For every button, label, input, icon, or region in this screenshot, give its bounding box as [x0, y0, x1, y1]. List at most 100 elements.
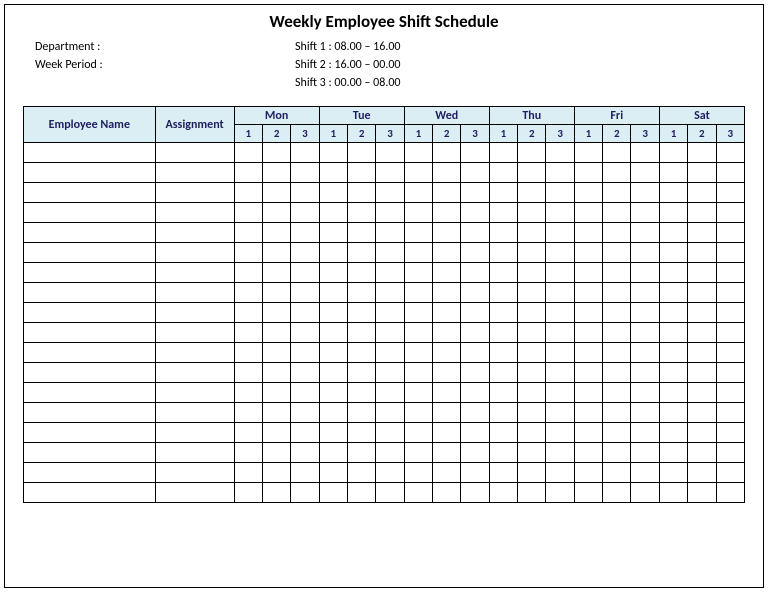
- cell[interactable]: [319, 383, 347, 403]
- cell[interactable]: [404, 363, 432, 383]
- cell[interactable]: [631, 323, 659, 343]
- cell[interactable]: [716, 323, 745, 343]
- cell[interactable]: [433, 203, 461, 223]
- cell[interactable]: [659, 223, 687, 243]
- cell[interactable]: [24, 463, 156, 483]
- cell[interactable]: [574, 343, 602, 363]
- cell[interactable]: [546, 403, 574, 423]
- cell[interactable]: [376, 363, 404, 383]
- cell[interactable]: [688, 383, 716, 403]
- cell[interactable]: [688, 443, 716, 463]
- cell[interactable]: [376, 423, 404, 443]
- cell[interactable]: [24, 363, 156, 383]
- cell[interactable]: [24, 483, 156, 503]
- cell[interactable]: [319, 183, 347, 203]
- cell[interactable]: [489, 363, 517, 383]
- cell[interactable]: [24, 343, 156, 363]
- cell[interactable]: [24, 323, 156, 343]
- cell[interactable]: [659, 283, 687, 303]
- cell[interactable]: [433, 263, 461, 283]
- cell[interactable]: [659, 463, 687, 483]
- cell[interactable]: [262, 403, 290, 423]
- cell[interactable]: [716, 463, 745, 483]
- cell[interactable]: [262, 203, 290, 223]
- cell[interactable]: [716, 283, 745, 303]
- cell[interactable]: [603, 363, 631, 383]
- cell[interactable]: [319, 223, 347, 243]
- cell[interactable]: [716, 163, 745, 183]
- cell[interactable]: [546, 363, 574, 383]
- cell[interactable]: [404, 483, 432, 503]
- cell[interactable]: [603, 263, 631, 283]
- cell[interactable]: [546, 243, 574, 263]
- cell[interactable]: [716, 243, 745, 263]
- cell[interactable]: [603, 443, 631, 463]
- cell[interactable]: [291, 323, 319, 343]
- cell[interactable]: [291, 183, 319, 203]
- cell[interactable]: [347, 303, 375, 323]
- cell[interactable]: [319, 303, 347, 323]
- cell[interactable]: [688, 263, 716, 283]
- cell[interactable]: [489, 203, 517, 223]
- cell[interactable]: [716, 223, 745, 243]
- cell[interactable]: [603, 143, 631, 163]
- cell[interactable]: [546, 203, 574, 223]
- cell[interactable]: [688, 323, 716, 343]
- cell[interactable]: [546, 463, 574, 483]
- cell[interactable]: [404, 303, 432, 323]
- cell[interactable]: [518, 283, 546, 303]
- cell[interactable]: [376, 203, 404, 223]
- cell[interactable]: [433, 383, 461, 403]
- cell[interactable]: [716, 183, 745, 203]
- cell[interactable]: [716, 263, 745, 283]
- cell[interactable]: [461, 283, 489, 303]
- cell[interactable]: [319, 163, 347, 183]
- cell[interactable]: [659, 443, 687, 463]
- cell[interactable]: [291, 403, 319, 423]
- cell[interactable]: [603, 283, 631, 303]
- cell[interactable]: [489, 183, 517, 203]
- cell[interactable]: [659, 383, 687, 403]
- cell[interactable]: [291, 143, 319, 163]
- cell[interactable]: [574, 143, 602, 163]
- cell[interactable]: [461, 403, 489, 423]
- cell[interactable]: [155, 243, 234, 263]
- cell[interactable]: [155, 483, 234, 503]
- cell[interactable]: [347, 403, 375, 423]
- cell[interactable]: [546, 303, 574, 323]
- cell[interactable]: [688, 343, 716, 363]
- cell[interactable]: [262, 303, 290, 323]
- cell[interactable]: [291, 163, 319, 183]
- cell[interactable]: [376, 383, 404, 403]
- cell[interactable]: [319, 363, 347, 383]
- cell[interactable]: [574, 263, 602, 283]
- cell[interactable]: [631, 203, 659, 223]
- cell[interactable]: [155, 403, 234, 423]
- cell[interactable]: [376, 143, 404, 163]
- cell[interactable]: [574, 183, 602, 203]
- cell[interactable]: [489, 283, 517, 303]
- cell[interactable]: [546, 323, 574, 343]
- cell[interactable]: [404, 423, 432, 443]
- cell[interactable]: [461, 423, 489, 443]
- cell[interactable]: [489, 483, 517, 503]
- cell[interactable]: [574, 283, 602, 303]
- cell[interactable]: [688, 183, 716, 203]
- cell[interactable]: [376, 323, 404, 343]
- cell[interactable]: [24, 223, 156, 243]
- cell[interactable]: [291, 443, 319, 463]
- cell[interactable]: [716, 143, 745, 163]
- cell[interactable]: [546, 163, 574, 183]
- cell[interactable]: [24, 243, 156, 263]
- cell[interactable]: [155, 143, 234, 163]
- cell[interactable]: [404, 183, 432, 203]
- cell[interactable]: [24, 423, 156, 443]
- cell[interactable]: [518, 243, 546, 263]
- cell[interactable]: [347, 363, 375, 383]
- cell[interactable]: [319, 443, 347, 463]
- cell[interactable]: [376, 263, 404, 283]
- cell[interactable]: [603, 163, 631, 183]
- cell[interactable]: [376, 183, 404, 203]
- cell[interactable]: [347, 423, 375, 443]
- cell[interactable]: [347, 243, 375, 263]
